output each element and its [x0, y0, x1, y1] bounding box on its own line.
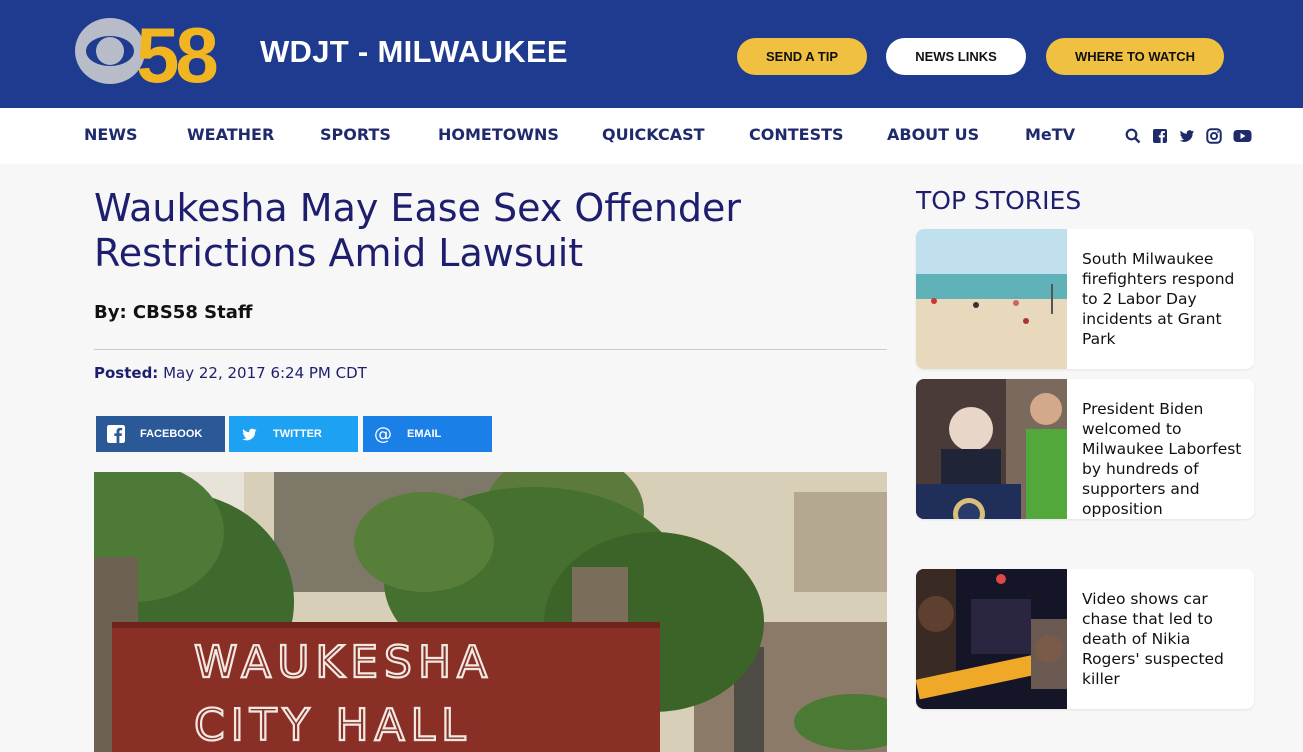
share-twitter-label: TWITTER: [273, 428, 322, 440]
posted-label: Posted:: [94, 364, 159, 382]
twitter-icon[interactable]: [1179, 128, 1195, 144]
site-header: 58 WDJT - MILWAUKEE SEND A TIP NEWS LINK…: [0, 0, 1303, 108]
facebook-icon: [96, 425, 136, 443]
logo-number: 58: [136, 14, 216, 86]
send-tip-button[interactable]: SEND A TIP: [737, 38, 867, 75]
share-email-label: EMAIL: [407, 428, 442, 440]
story-thumbnail: [916, 229, 1067, 369]
story-card[interactable]: South Milwaukee firefighters respond to …: [916, 229, 1254, 369]
story-card[interactable]: President Biden welcomed to Milwaukee La…: [916, 379, 1254, 519]
instagram-icon[interactable]: [1206, 128, 1222, 144]
top-stories-title: TOP STORIES: [916, 186, 1082, 215]
story-card[interactable]: Video shows car chase that led to death …: [916, 569, 1254, 709]
story-thumbnail: [916, 379, 1067, 519]
search-icon[interactable]: [1125, 128, 1141, 144]
posted-date: Posted: May 22, 2017 6:24 PM CDT: [94, 364, 367, 382]
nav-item-weather[interactable]: WEATHER: [187, 125, 274, 144]
site-title[interactable]: WDJT - MILWAUKEE: [260, 34, 568, 70]
nav-item-sports[interactable]: SPORTS: [320, 125, 391, 144]
share-twitter-button[interactable]: TWITTER: [229, 416, 358, 452]
article-byline: By: CBS58 Staff: [94, 302, 253, 323]
youtube-icon[interactable]: [1233, 128, 1252, 144]
nav-item-news[interactable]: NEWS: [84, 125, 138, 144]
twitter-icon: [229, 427, 269, 442]
divider: [94, 349, 887, 350]
facebook-icon[interactable]: [1152, 128, 1168, 144]
story-headline[interactable]: Video shows car chase that led to death …: [1082, 589, 1242, 689]
nav-item-quickcast[interactable]: QUICKCAST: [602, 125, 705, 144]
where-to-watch-button[interactable]: WHERE TO WATCH: [1046, 38, 1224, 75]
news-links-button[interactable]: NEWS LINKS: [886, 38, 1026, 75]
article-hero-image: WAUKESHA CITY HALL: [94, 472, 887, 752]
nav-item-about-us[interactable]: ABOUT US: [887, 125, 979, 144]
share-facebook-label: FACEBOOK: [140, 428, 203, 440]
posted-value: May 22, 2017 6:24 PM CDT: [163, 364, 367, 382]
share-facebook-button[interactable]: FACEBOOK: [96, 416, 225, 452]
at-sign-icon: @: [374, 423, 392, 445]
share-email-button[interactable]: @ EMAIL: [363, 416, 492, 452]
nav-icons: [1125, 128, 1252, 144]
sign-line-1: WAUKESHA: [194, 637, 493, 688]
sign-line-2: CITY HALL: [194, 700, 472, 751]
nav-item-hometowns[interactable]: HOMETOWNS: [438, 125, 559, 144]
nav-item-metv[interactable]: MeTV: [1025, 125, 1075, 144]
nav-item-contests[interactable]: CONTESTS: [749, 125, 844, 144]
article-headline: Waukesha May Ease Sex Offender Restricti…: [94, 186, 742, 275]
main-nav: NEWS WEATHER SPORTS HOMETOWNS QUICKCAST …: [0, 108, 1303, 164]
story-thumbnail: [916, 569, 1068, 709]
story-headline[interactable]: South Milwaukee firefighters respond to …: [1082, 249, 1242, 349]
cbs58-logo[interactable]: 58: [74, 11, 249, 99]
story-headline[interactable]: President Biden welcomed to Milwaukee La…: [1082, 399, 1242, 519]
